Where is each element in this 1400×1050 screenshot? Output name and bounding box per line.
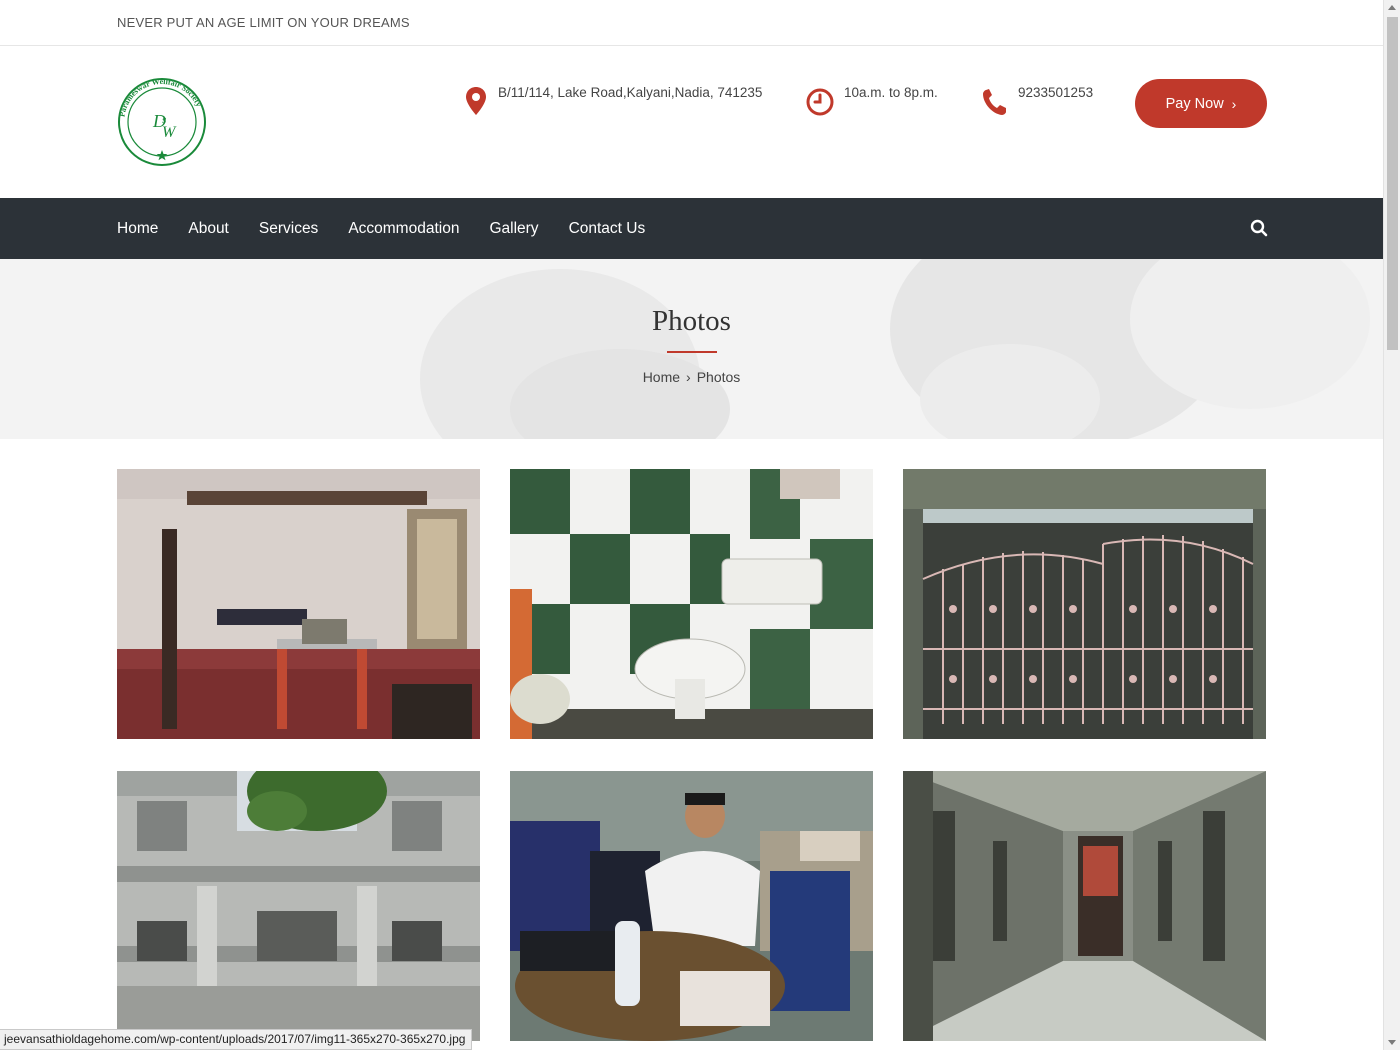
corridor-photo xyxy=(903,771,1266,1041)
nav-item-accommodation[interactable]: Accommodation xyxy=(348,220,459,238)
pay-now-button[interactable]: Pay Now › xyxy=(1135,79,1267,128)
page-title: Photos xyxy=(652,305,731,337)
nav-item-home[interactable]: Home xyxy=(117,220,158,238)
pay-now-label: Pay Now xyxy=(1165,95,1224,112)
room-photo xyxy=(117,469,480,739)
breadcrumb-current: Photos xyxy=(696,369,741,385)
site-logo[interactable]: Parameswar Wellfair Society D W s xyxy=(117,77,207,167)
banner-background-image xyxy=(420,259,1370,439)
nav-item-services[interactable]: Services xyxy=(259,220,318,238)
gate-photo xyxy=(903,469,1266,739)
building-photo xyxy=(117,771,480,1041)
title-underline xyxy=(667,351,717,353)
map-pin-icon xyxy=(466,87,486,115)
svg-text:s: s xyxy=(162,114,166,126)
top-bar: NEVER PUT AN AGE LIMIT ON YOUR DREAMS xyxy=(0,0,1383,46)
gallery-photo-gate[interactable] xyxy=(903,469,1266,739)
tagline: NEVER PUT AN AGE LIMIT ON YOUR DREAMS xyxy=(117,15,410,30)
page-banner: Photos Home › Photos xyxy=(0,259,1383,439)
chevron-right-icon: › xyxy=(1231,95,1237,112)
scrollbar-thumb[interactable] xyxy=(1387,17,1398,350)
hours-text: 10a.m. to 8p.m. xyxy=(844,85,938,100)
breadcrumb-separator-icon: › xyxy=(686,369,691,385)
gallery-photo-bathroom[interactable] xyxy=(510,469,873,739)
main-nav: Home About Services Accommodation Galler… xyxy=(0,198,1383,259)
site-header: Parameswar Wellfair Society D W s B/11/1… xyxy=(0,46,1383,198)
page-scrollbar[interactable] xyxy=(1383,0,1400,1050)
hours-info: 10a.m. to 8p.m. xyxy=(804,84,938,118)
svg-text:W: W xyxy=(162,124,177,141)
pws-logo-icon: Parameswar Wellfair Society D W s xyxy=(117,77,206,166)
status-bar-url: jeevansathioldagehome.com/wp-content/upl… xyxy=(0,1029,473,1050)
breadcrumb: Home › Photos xyxy=(0,369,1383,385)
office-photo xyxy=(510,771,873,1041)
search-icon[interactable] xyxy=(1250,219,1268,237)
breadcrumb-home[interactable]: Home xyxy=(643,369,680,385)
nav-item-contact[interactable]: Contact Us xyxy=(569,220,646,238)
phone-icon xyxy=(983,89,1006,115)
bathroom-photo xyxy=(510,469,873,739)
gallery-photo-room[interactable] xyxy=(117,469,480,739)
address-info: B/11/114, Lake Road,Kalyani,Nadia, 74123… xyxy=(462,84,762,118)
clock-icon xyxy=(806,88,834,116)
phone-text[interactable]: 9233501253 xyxy=(1018,84,1093,100)
phone-info: 9233501253 xyxy=(980,84,1093,118)
nav-item-gallery[interactable]: Gallery xyxy=(489,220,538,238)
scroll-down-arrow-icon[interactable] xyxy=(1388,1040,1396,1045)
gallery-photo-corridor[interactable] xyxy=(903,771,1266,1041)
nav-item-about[interactable]: About xyxy=(188,220,229,238)
gallery-photo-office[interactable] xyxy=(510,771,873,1041)
scroll-up-arrow-icon[interactable] xyxy=(1388,5,1396,10)
gallery-photo-building[interactable] xyxy=(117,771,480,1041)
address-text: B/11/114, Lake Road,Kalyani,Nadia, 74123… xyxy=(498,85,763,100)
